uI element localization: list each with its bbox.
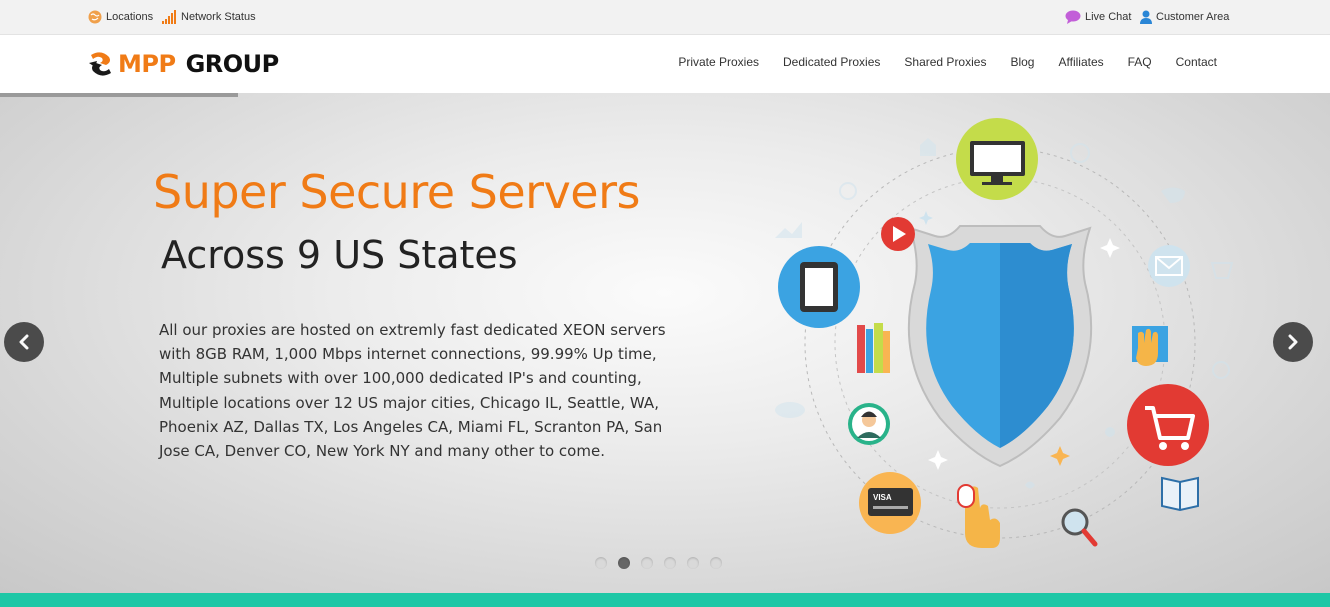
- hero-title: Super Secure Servers: [153, 165, 640, 219]
- live-chat-label: Live Chat: [1085, 11, 1132, 23]
- logo-mpp-text: MPP: [118, 50, 176, 78]
- card-label: VISA: [873, 493, 892, 502]
- nav-faq[interactable]: FAQ: [1128, 55, 1152, 69]
- hero-description: All our proxies are hosted on extremly f…: [159, 321, 666, 461]
- nav-contact[interactable]: Contact: [1176, 55, 1217, 69]
- customer-area-label: Customer Area: [1156, 11, 1230, 23]
- slider-prev-button[interactable]: [4, 322, 44, 362]
- nav-menu: Private Proxies Dedicated Proxies Shared…: [678, 55, 1217, 69]
- cart-outline-icon: [1210, 262, 1234, 279]
- logo[interactable]: MPP GROUP: [88, 49, 279, 79]
- shopping-cart-icon: [1127, 384, 1209, 466]
- slider-dot-6[interactable]: [710, 557, 722, 569]
- nav-dedicated-proxies[interactable]: Dedicated Proxies: [783, 55, 880, 69]
- security-illustration: VISA: [775, 118, 1234, 548]
- speech-icon: [1161, 187, 1185, 203]
- chevron-left-icon: [19, 334, 29, 350]
- network-status-link[interactable]: Network Status: [162, 10, 256, 24]
- locations-link[interactable]: Locations: [88, 10, 153, 24]
- chevron-right-icon: [1288, 334, 1298, 350]
- bottom-accent-bar: [0, 593, 1330, 607]
- user-icon: [1140, 10, 1152, 24]
- hero-subtitle: Across 9 US States: [161, 233, 518, 277]
- slider-next-button[interactable]: [1273, 322, 1313, 362]
- avatar-icon: [848, 403, 890, 445]
- slider-dot-4[interactable]: [664, 557, 676, 569]
- heart-icon: [1025, 481, 1035, 489]
- globe-icon: [88, 10, 102, 24]
- network-status-label: Network Status: [181, 11, 256, 23]
- nav-shared-proxies[interactable]: Shared Proxies: [904, 55, 986, 69]
- open-book-icon: [1161, 476, 1199, 512]
- nav-private-proxies[interactable]: Private Proxies: [678, 55, 759, 69]
- live-chat-link[interactable]: Live Chat: [1065, 10, 1131, 24]
- lightbulb-icon: [1070, 143, 1090, 163]
- locations-label: Locations: [106, 11, 154, 23]
- person-icon: [1105, 427, 1115, 437]
- main-navigation: MPP GROUP Private Proxies Dedicated Prox…: [0, 35, 1330, 93]
- tablet-icon: [778, 246, 860, 328]
- slider-dots: [595, 557, 722, 569]
- atom-icon: [839, 182, 857, 200]
- logo-group-text: GROUP: [185, 50, 280, 78]
- customer-area-link[interactable]: Customer Area: [1140, 10, 1229, 24]
- slider-dot-5[interactable]: [687, 557, 699, 569]
- monitor-icon: [956, 118, 1038, 200]
- shield-icon: [907, 225, 1093, 468]
- envelope-icon: [1148, 245, 1190, 287]
- magnifier-icon: [1061, 508, 1098, 547]
- home-icon: [920, 138, 936, 156]
- star-sparkle-icon: [1050, 446, 1070, 466]
- credit-card-icon: VISA: [859, 472, 921, 534]
- logo-mark-icon: [89, 52, 111, 76]
- hand-cursor-icon: [957, 484, 1000, 548]
- play-icon: [881, 217, 915, 251]
- books-icon: [857, 323, 890, 373]
- signal-bars-icon: [162, 10, 176, 24]
- slider-progress-bar: [0, 93, 238, 97]
- raised-hand-icon: [1132, 326, 1168, 366]
- slider-dot-2[interactable]: [618, 557, 630, 569]
- chat-bubble-icon: [1065, 10, 1081, 24]
- hero-slider: Super Secure Servers Across 9 US States …: [0, 93, 1330, 593]
- slider-dot-3[interactable]: [641, 557, 653, 569]
- slider-dot-1[interactable]: [595, 557, 607, 569]
- top-bar: Locations Network Status Live Chat Custo…: [0, 0, 1330, 35]
- cloud-icon: [775, 402, 805, 418]
- chart-icon: [775, 222, 802, 238]
- search-outline-icon: [1212, 361, 1230, 379]
- nav-blog[interactable]: Blog: [1010, 55, 1034, 69]
- nav-affiliates[interactable]: Affiliates: [1058, 55, 1103, 69]
